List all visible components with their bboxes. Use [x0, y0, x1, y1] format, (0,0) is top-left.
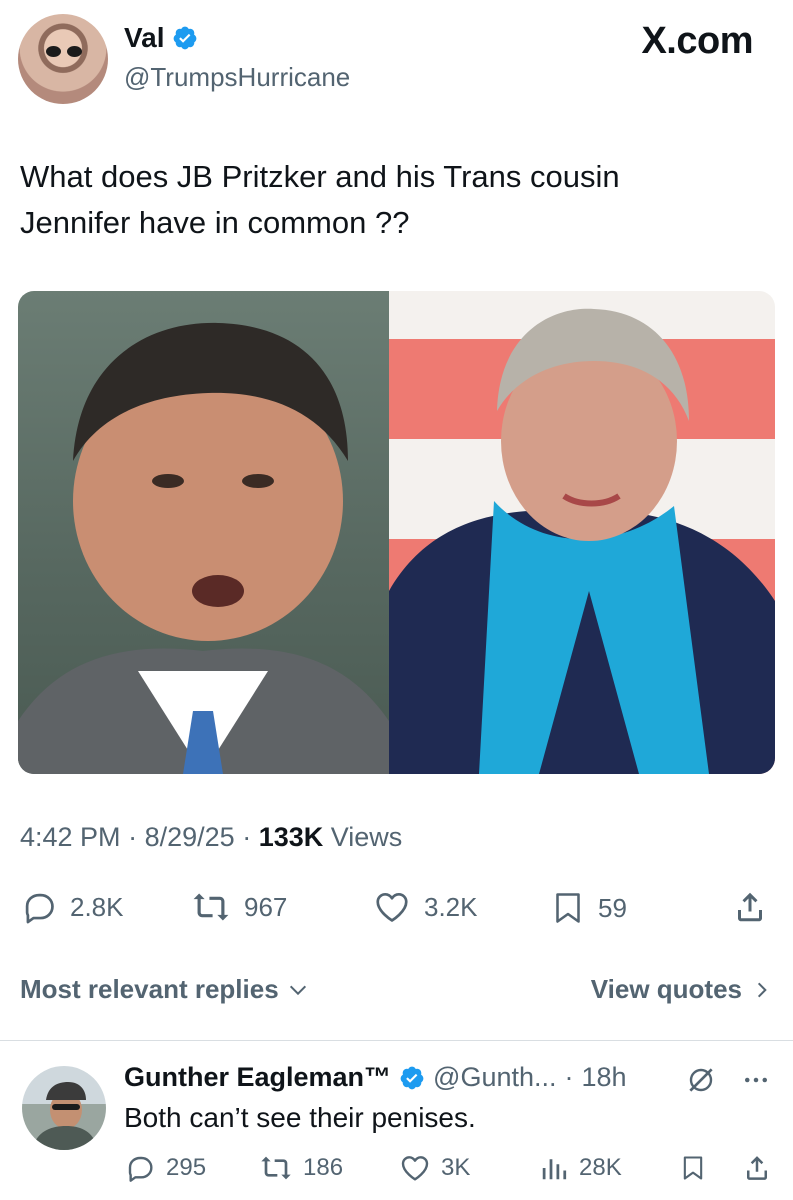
reply-author-avatar[interactable] [22, 1066, 106, 1150]
sunglasses-detail [46, 46, 82, 58]
view-quotes-link[interactable]: View quotes [591, 974, 772, 1005]
repost-count: 967 [244, 891, 288, 922]
like-count: 3.2K [424, 891, 478, 922]
bookmark-icon [683, 1156, 703, 1180]
tweet-text-line-1: What does JB Pritzker and his Trans cous… [20, 159, 620, 194]
sort-replies-label: Most relevant replies [20, 974, 279, 1004]
bookmark-icon [556, 893, 580, 923]
reply-bookmark-button[interactable] [679, 1152, 707, 1184]
sort-replies-dropdown[interactable]: Most relevant replies [20, 974, 309, 1005]
reply-reply-count: 295 [166, 1154, 207, 1181]
repost-button[interactable]: 967 [190, 888, 287, 926]
tweet-meta: 4:42 PM · 8/29/25 · 133K Views [20, 822, 403, 852]
like-button[interactable]: 3.2K [372, 888, 478, 926]
reply-header: Gunther Eagleman™ @Gunth... · 18h [124, 1062, 627, 1093]
author-avatar[interactable] [18, 14, 108, 104]
author-display-name[interactable]: Val [124, 22, 164, 54]
share-icon [747, 1156, 767, 1180]
tweet-date[interactable]: 8/29/25 [145, 822, 235, 852]
analytics-icon [542, 1159, 567, 1180]
repost-icon [193, 893, 229, 921]
reply-avatar-illustration [32, 1082, 98, 1150]
repost-icon [261, 1156, 291, 1180]
tweet-media[interactable] [18, 291, 775, 774]
reply-views-button[interactable]: 28K [539, 1152, 622, 1184]
tweet-action-bar: 2.8K 967 3.2K 59 [20, 888, 770, 932]
grok-icon[interactable] [685, 1064, 717, 1096]
share-icon [738, 892, 762, 922]
reply-text: Both can’t see their penises. [124, 1102, 476, 1133]
section-divider [0, 1040, 793, 1041]
reply-button[interactable]: 2.8K [20, 888, 124, 926]
heart-icon [401, 1156, 429, 1181]
reply-repost-button[interactable]: 186 [259, 1152, 343, 1184]
view-quotes-label: View quotes [590, 974, 742, 1004]
reply-count: 2.8K [70, 891, 124, 922]
portrait-man-illustration [18, 322, 389, 774]
views-count: 133K [258, 822, 324, 852]
reply-age[interactable]: 18h [582, 1062, 627, 1093]
share-button[interactable] [732, 888, 768, 926]
reply-reply-button[interactable]: 295 [124, 1152, 206, 1184]
tweet-time[interactable]: 4:42 PM [20, 822, 121, 852]
heart-icon [376, 892, 408, 922]
media-photo-right [389, 291, 775, 774]
reply-views-count: 28K [579, 1154, 622, 1181]
verified-badge-icon [174, 26, 197, 50]
reply-icon [25, 893, 54, 924]
reply-icon [128, 1156, 153, 1182]
reply-author-handle[interactable]: @Gunth... [433, 1062, 556, 1093]
bookmark-count: 59 [598, 892, 627, 923]
replies-header: Most relevant replies View quotes [20, 972, 772, 1012]
more-options-icon[interactable] [741, 1065, 771, 1095]
reply-repost-count: 186 [303, 1154, 344, 1181]
tweet-text: What does JB Pritzker and his Trans cous… [20, 154, 740, 246]
reply-author-name[interactable]: Gunther Eagleman™ [124, 1062, 391, 1093]
reply-verified-badge-icon [400, 1066, 424, 1089]
bookmark-button[interactable]: 59 [550, 888, 627, 928]
reply-like-count: 3K [441, 1154, 471, 1181]
author-handle[interactable]: @TrumpsHurricane [124, 62, 350, 93]
tweet-text-line-2: Jennifer have in common ?? [20, 205, 410, 240]
author-name-row: Val [124, 22, 198, 54]
views-label: Views [330, 822, 403, 852]
brand-watermark: X.com [641, 20, 753, 62]
chevron-right-icon [757, 982, 767, 997]
chevron-down-icon [289, 985, 306, 995]
portrait-woman-illustration [389, 308, 775, 774]
reply-action-bar: 295 186 3K 28K [124, 1152, 774, 1192]
media-photo-left [18, 291, 389, 774]
reply-tools [685, 1064, 771, 1096]
reply-like-button[interactable]: 3K [399, 1152, 470, 1184]
reply-share-button[interactable] [742, 1152, 772, 1184]
